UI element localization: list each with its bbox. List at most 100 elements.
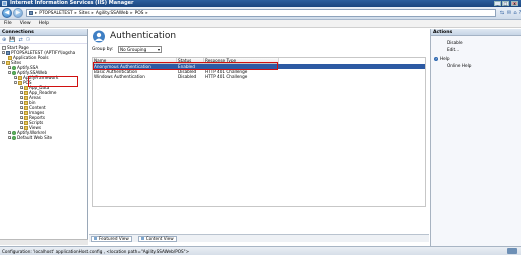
save-icon[interactable]: 💾 [9, 37, 15, 43]
connect-icon[interactable]: ⊕ [2, 37, 6, 43]
window-title: Internet Information Services (IIS) Mana… [10, 0, 134, 6]
menu-file[interactable]: File [4, 20, 12, 27]
connections-header: Connections [0, 29, 87, 36]
refresh-connection-icon[interactable]: ⇄ [18, 37, 22, 43]
expand-toggle[interactable]: - [14, 81, 17, 85]
chevron-down-icon: ▾ [157, 47, 160, 52]
expand-toggle[interactable]: - [2, 51, 5, 55]
site-icon [12, 130, 16, 135]
highlight-box [93, 62, 278, 70]
highlight-box [28, 76, 78, 87]
back-button[interactable]: ◀ [2, 8, 12, 18]
folder-icon [24, 125, 28, 130]
expand-toggle[interactable]: + [20, 116, 24, 120]
expand-toggle[interactable]: + [8, 66, 12, 70]
folder-icon [24, 95, 28, 100]
horizontal-scrollbar[interactable] [0, 239, 88, 245]
help-icon[interactable]: ? [516, 10, 521, 17]
breadcrumb-server[interactable]: PTOPSALETEST [39, 11, 72, 16]
close-button[interactable]: x [511, 1, 518, 6]
expand-toggle[interactable]: + [20, 121, 24, 125]
crumb-separator: ▸ [130, 10, 133, 16]
title-bar: Internet Information Services (IIS) Mana… [0, 0, 521, 7]
crumb-separator: ▸ [35, 10, 38, 16]
actions-pane: Actions Disable Edit... ? Help Online Hel… [430, 29, 521, 246]
authentication-grid: Name Status Response Type Anonymous Auth… [92, 57, 426, 207]
tree-node[interactable]: + Default Web Site [8, 135, 52, 140]
expand-toggle[interactable]: + [20, 106, 24, 110]
content-view-tab[interactable]: Content View [137, 235, 177, 242]
view-switcher: Featured View Content View [89, 234, 429, 242]
expand-toggle[interactable]: + [20, 126, 24, 130]
expand-toggle[interactable]: - [8, 71, 11, 75]
action-help-label: Help [440, 56, 450, 61]
connections-pane: Connections ⊕ 💾 ⇄ ⚆ Start Page - PTOPSALET… [0, 29, 88, 239]
features-view-icon [94, 237, 97, 240]
crumb-separator: ▸ [74, 10, 77, 16]
row-name: Windows Authentication [94, 74, 145, 79]
folder-icon [24, 100, 28, 105]
menu-bar: File View Help [0, 20, 521, 28]
features-view-label: Featured View [99, 236, 129, 241]
minimize-button[interactable]: _ [494, 1, 501, 6]
action-online-help[interactable]: Online Help [447, 63, 471, 68]
folder-icon [8, 55, 12, 60]
folder-icon [24, 120, 28, 125]
folder-icon [24, 90, 28, 95]
content-view-icon [140, 237, 144, 240]
expand-toggle[interactable]: + [8, 136, 12, 140]
expand-toggle[interactable]: + [20, 101, 24, 105]
action-edit[interactable]: Edit... [447, 47, 459, 52]
action-online-help-label: Online Help [447, 63, 472, 68]
expand-toggle[interactable]: + [20, 91, 24, 95]
site-icon [12, 135, 16, 140]
page-icon [2, 45, 6, 50]
disconnect-icon[interactable]: ⚆ [26, 37, 30, 43]
expand-toggle[interactable]: - [2, 61, 5, 65]
expand-toggle[interactable]: + [14, 76, 18, 80]
site-icon [12, 65, 16, 70]
group-by-select[interactable]: No Grouping ▾ [118, 46, 162, 53]
site-icon [12, 70, 16, 75]
page-title: Authentication [110, 31, 177, 41]
action-help[interactable]: ? Help [434, 56, 450, 61]
expand-toggle[interactable]: + [20, 86, 24, 90]
server-icon [6, 50, 10, 55]
folder-icon [18, 80, 22, 85]
maximize-button[interactable]: □ [502, 1, 509, 6]
features-view-tab[interactable]: Featured View [91, 235, 132, 242]
help-circle-icon: ? [434, 56, 438, 61]
connections-tree: Start Page - PTOPSALETEST (APTIFY\logsha Ap… [0, 44, 87, 234]
crumb-separator: ▸ [145, 10, 148, 16]
authentication-icon [93, 30, 105, 43]
breadcrumb-site[interactable]: Agility.SSAWeb [96, 11, 129, 16]
table-row[interactable]: Windows Authentication Disabled HTTP 401… [93, 74, 425, 79]
row-status: Disabled [178, 74, 197, 79]
iis-app-icon [2, 1, 7, 6]
tree-node-label: Default Web Site [17, 135, 53, 140]
connections-toolbar: ⊕ 💾 ⇄ ⚆ [0, 36, 87, 44]
forward-button[interactable]: ▶ [13, 8, 23, 18]
expand-toggle[interactable]: + [20, 96, 24, 100]
menu-view[interactable]: View [20, 20, 31, 27]
address-bar[interactable]: ▸ PTOPSALETEST ▸ Sites ▸ Agility.SSAWeb … [26, 9, 496, 17]
expand-toggle[interactable]: + [8, 131, 12, 135]
status-text: Configuration: 'localhost' applicationHo… [2, 249, 190, 254]
breadcrumb-sites[interactable]: Sites [79, 11, 90, 16]
navigation-bar: ◀ ▶ ▸ PTOPSALETEST ▸ Sites ▸ Agility.SSA… [0, 7, 521, 20]
menu-help[interactable]: Help [39, 20, 49, 27]
action-disable[interactable]: Disable [447, 40, 463, 45]
folder-icon [24, 105, 28, 110]
crumb-separator: ▸ [91, 10, 94, 16]
content-view-label: Content View [145, 236, 174, 241]
expand-toggle[interactable]: + [20, 111, 24, 115]
folder-icon [6, 60, 10, 65]
group-by-value: No Grouping [120, 47, 147, 52]
status-bar: Configuration: 'localhost' applicationHo… [0, 246, 521, 255]
network-status-icon [507, 248, 517, 254]
breadcrumb-app[interactable]: POS [135, 11, 144, 16]
actions-header: Actions [431, 29, 521, 36]
action-edit-label: Edit... [447, 47, 460, 52]
folder-icon [24, 110, 28, 115]
group-by-label: Group by: [92, 47, 114, 52]
